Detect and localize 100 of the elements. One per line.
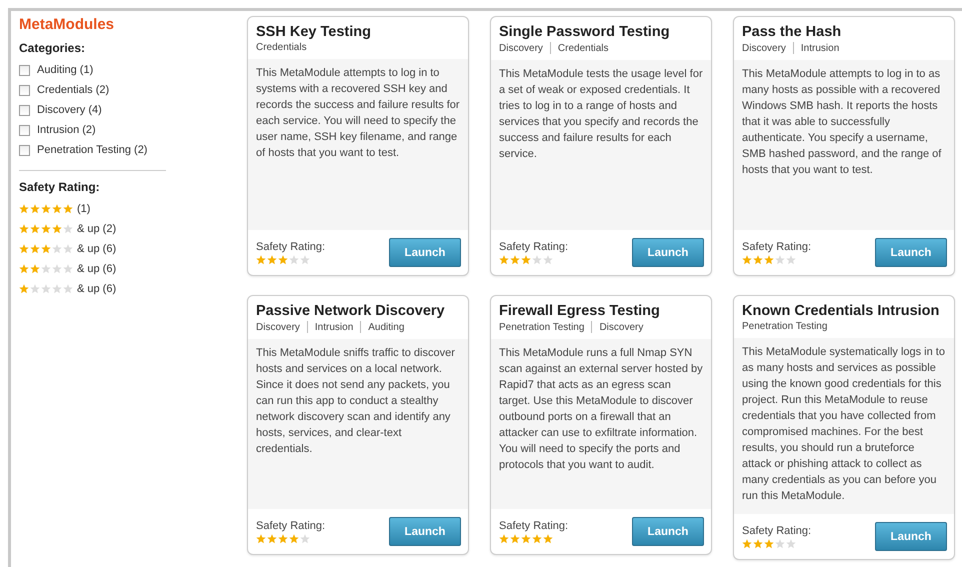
star-icon [764, 538, 774, 548]
section-heading: Safety Rating: [19, 180, 101, 194]
star-icon [19, 224, 29, 234]
category-label[interactable]: Auditing (1) [37, 64, 94, 76]
checkbox[interactable] [19, 64, 30, 76]
star-icon [764, 254, 774, 264]
star-icon [63, 284, 73, 294]
star-icon [775, 254, 785, 264]
star-icon [256, 254, 266, 264]
category-tag: Discovery [599, 322, 644, 332]
star-icon [52, 224, 62, 234]
category-tag: Credentials [558, 42, 608, 54]
checkbox[interactable] [19, 144, 30, 156]
checkbox[interactable] [19, 124, 30, 136]
rating-filter-link[interactable]: & up (2) [77, 223, 116, 235]
star-icon [532, 534, 542, 544]
star-icon [19, 264, 29, 274]
category-tag: Credentials [256, 42, 307, 53]
star-icon [63, 244, 73, 254]
star-icon [786, 254, 796, 264]
star-icon [63, 264, 73, 274]
star-icon [52, 284, 62, 294]
star-icon [41, 264, 51, 274]
module-description: This MetaModule attempts to log in to systems with a recovered SSH key and records the success and failure results for each service. You will need to specify the user name, SSH key filename, and range of hosts that you want to test. [248, 59, 468, 230]
star-icon [19, 204, 29, 214]
safety-rating-label: Safety Rating: [499, 240, 568, 252]
star-icon [52, 244, 62, 254]
star-icon [510, 534, 520, 544]
star-icon [742, 254, 752, 264]
star-icon [52, 204, 62, 214]
rating-filter-link[interactable]: & up (6) [77, 263, 116, 275]
star-icon [52, 264, 62, 274]
category-label[interactable]: Discovery (4) [37, 104, 102, 116]
star-icon [41, 284, 51, 294]
star-icon [775, 538, 785, 548]
star-icon [278, 534, 288, 544]
module-title: Single Password Testing [499, 24, 671, 40]
module-title: Firewall Egress Testing [499, 303, 661, 319]
module-title: Passive Network Discovery [256, 303, 446, 319]
star-icon [300, 254, 310, 264]
star-icon [63, 224, 73, 234]
star-icon [289, 534, 299, 544]
category-tag: Auditing [368, 322, 404, 332]
module-description: This MetaModule sniffs traffic to discover hosts and services on a local network. Since it does not send any packets, you can run this app to conduct a stealthy network discovery scan and identify any hosts, services, and clear-text credentials. [248, 339, 468, 509]
category-tag: Penetration Testing [499, 322, 584, 332]
star-icon [256, 534, 266, 544]
category-label[interactable]: Penetration Testing (2) [37, 144, 148, 156]
star-icon [30, 264, 40, 274]
category-tag: Intrusion [800, 42, 840, 54]
star-icon [543, 534, 553, 544]
star-icon [300, 534, 310, 544]
rating-filter-link[interactable]: & up (6) [77, 243, 116, 255]
safety-rating-label: Safety Rating: [256, 520, 326, 532]
star-icon [499, 534, 509, 544]
module-description: This MetaModule runs a full Nmap SYN scan against an external server hosted by Rapid7 that acts as an egress scan target. Use this MetaModule to discover outbound ports on a firewall that an attacker can use to exfiltrate information. You will need to specify the ports and protocols that you want to audit. [491, 339, 711, 509]
star-icon [30, 204, 40, 214]
rating-filter-link[interactable]: & up (6) [77, 283, 116, 295]
safety-rating-label: Safety Rating: [742, 524, 812, 536]
star-icon [41, 224, 51, 234]
checkbox[interactable] [19, 84, 30, 96]
star-icon [41, 204, 51, 214]
star-icon [30, 244, 40, 254]
category-tag: Intrusion [314, 322, 354, 332]
module-title: SSH Key Testing [256, 24, 372, 40]
star-icon [30, 224, 40, 234]
category-label[interactable]: Intrusion (2) [37, 124, 96, 136]
module-title: Pass the Hash [742, 24, 842, 40]
category-tag: Discovery [256, 322, 300, 332]
category-tag: Discovery [499, 42, 543, 54]
star-icon [753, 254, 763, 264]
star-icon [267, 534, 277, 544]
star-icon [753, 538, 763, 548]
category-tag: Penetration Testing [742, 321, 828, 332]
rating-filter-link[interactable]: (1) [77, 203, 90, 215]
safety-rating-label: Safety Rating: [256, 240, 326, 252]
category-tag: Discovery [742, 42, 786, 54]
section-heading: Categories: [19, 41, 86, 55]
star-icon [19, 244, 29, 254]
category-label[interactable]: Credentials (2) [37, 84, 110, 96]
star-icon [510, 254, 520, 264]
safety-rating-label: Safety Rating: [742, 240, 812, 252]
star-icon [289, 254, 299, 264]
module-title: Known Credentials Intrusion [742, 303, 940, 319]
safety-rating-label: Safety Rating: [499, 520, 568, 532]
star-icon [278, 254, 288, 264]
star-icon [63, 204, 73, 214]
star-icon [267, 254, 277, 264]
star-icon [41, 244, 51, 254]
star-icon [742, 538, 752, 548]
star-icon [30, 284, 40, 294]
page-title: MetaModules [19, 16, 116, 33]
module-description: This MetaModule attempts to log in to as many hosts as possible with a recovered Windows SMB hash. It reports the hosts that it was able to successfully authenticate. You specify a username, SMB hashed password, and the range of hosts that you want to test. [734, 60, 954, 230]
star-icon [786, 538, 796, 548]
star-icon [532, 254, 542, 264]
star-icon [19, 284, 29, 294]
module-description: This MetaModule systematically logs in to as many hosts and services as possible using the known good credentials for this project. Run this MetaModule to reuse credentials that you have collected from compromised machines. For the best results, you should run a bruteforce attack or phishing attack to collect as many credentials as you can before you run this MetaModule. [734, 338, 954, 514]
star-icon [521, 534, 531, 544]
checkbox[interactable] [19, 104, 30, 116]
star-icon [543, 254, 553, 264]
star-icon [499, 254, 509, 264]
